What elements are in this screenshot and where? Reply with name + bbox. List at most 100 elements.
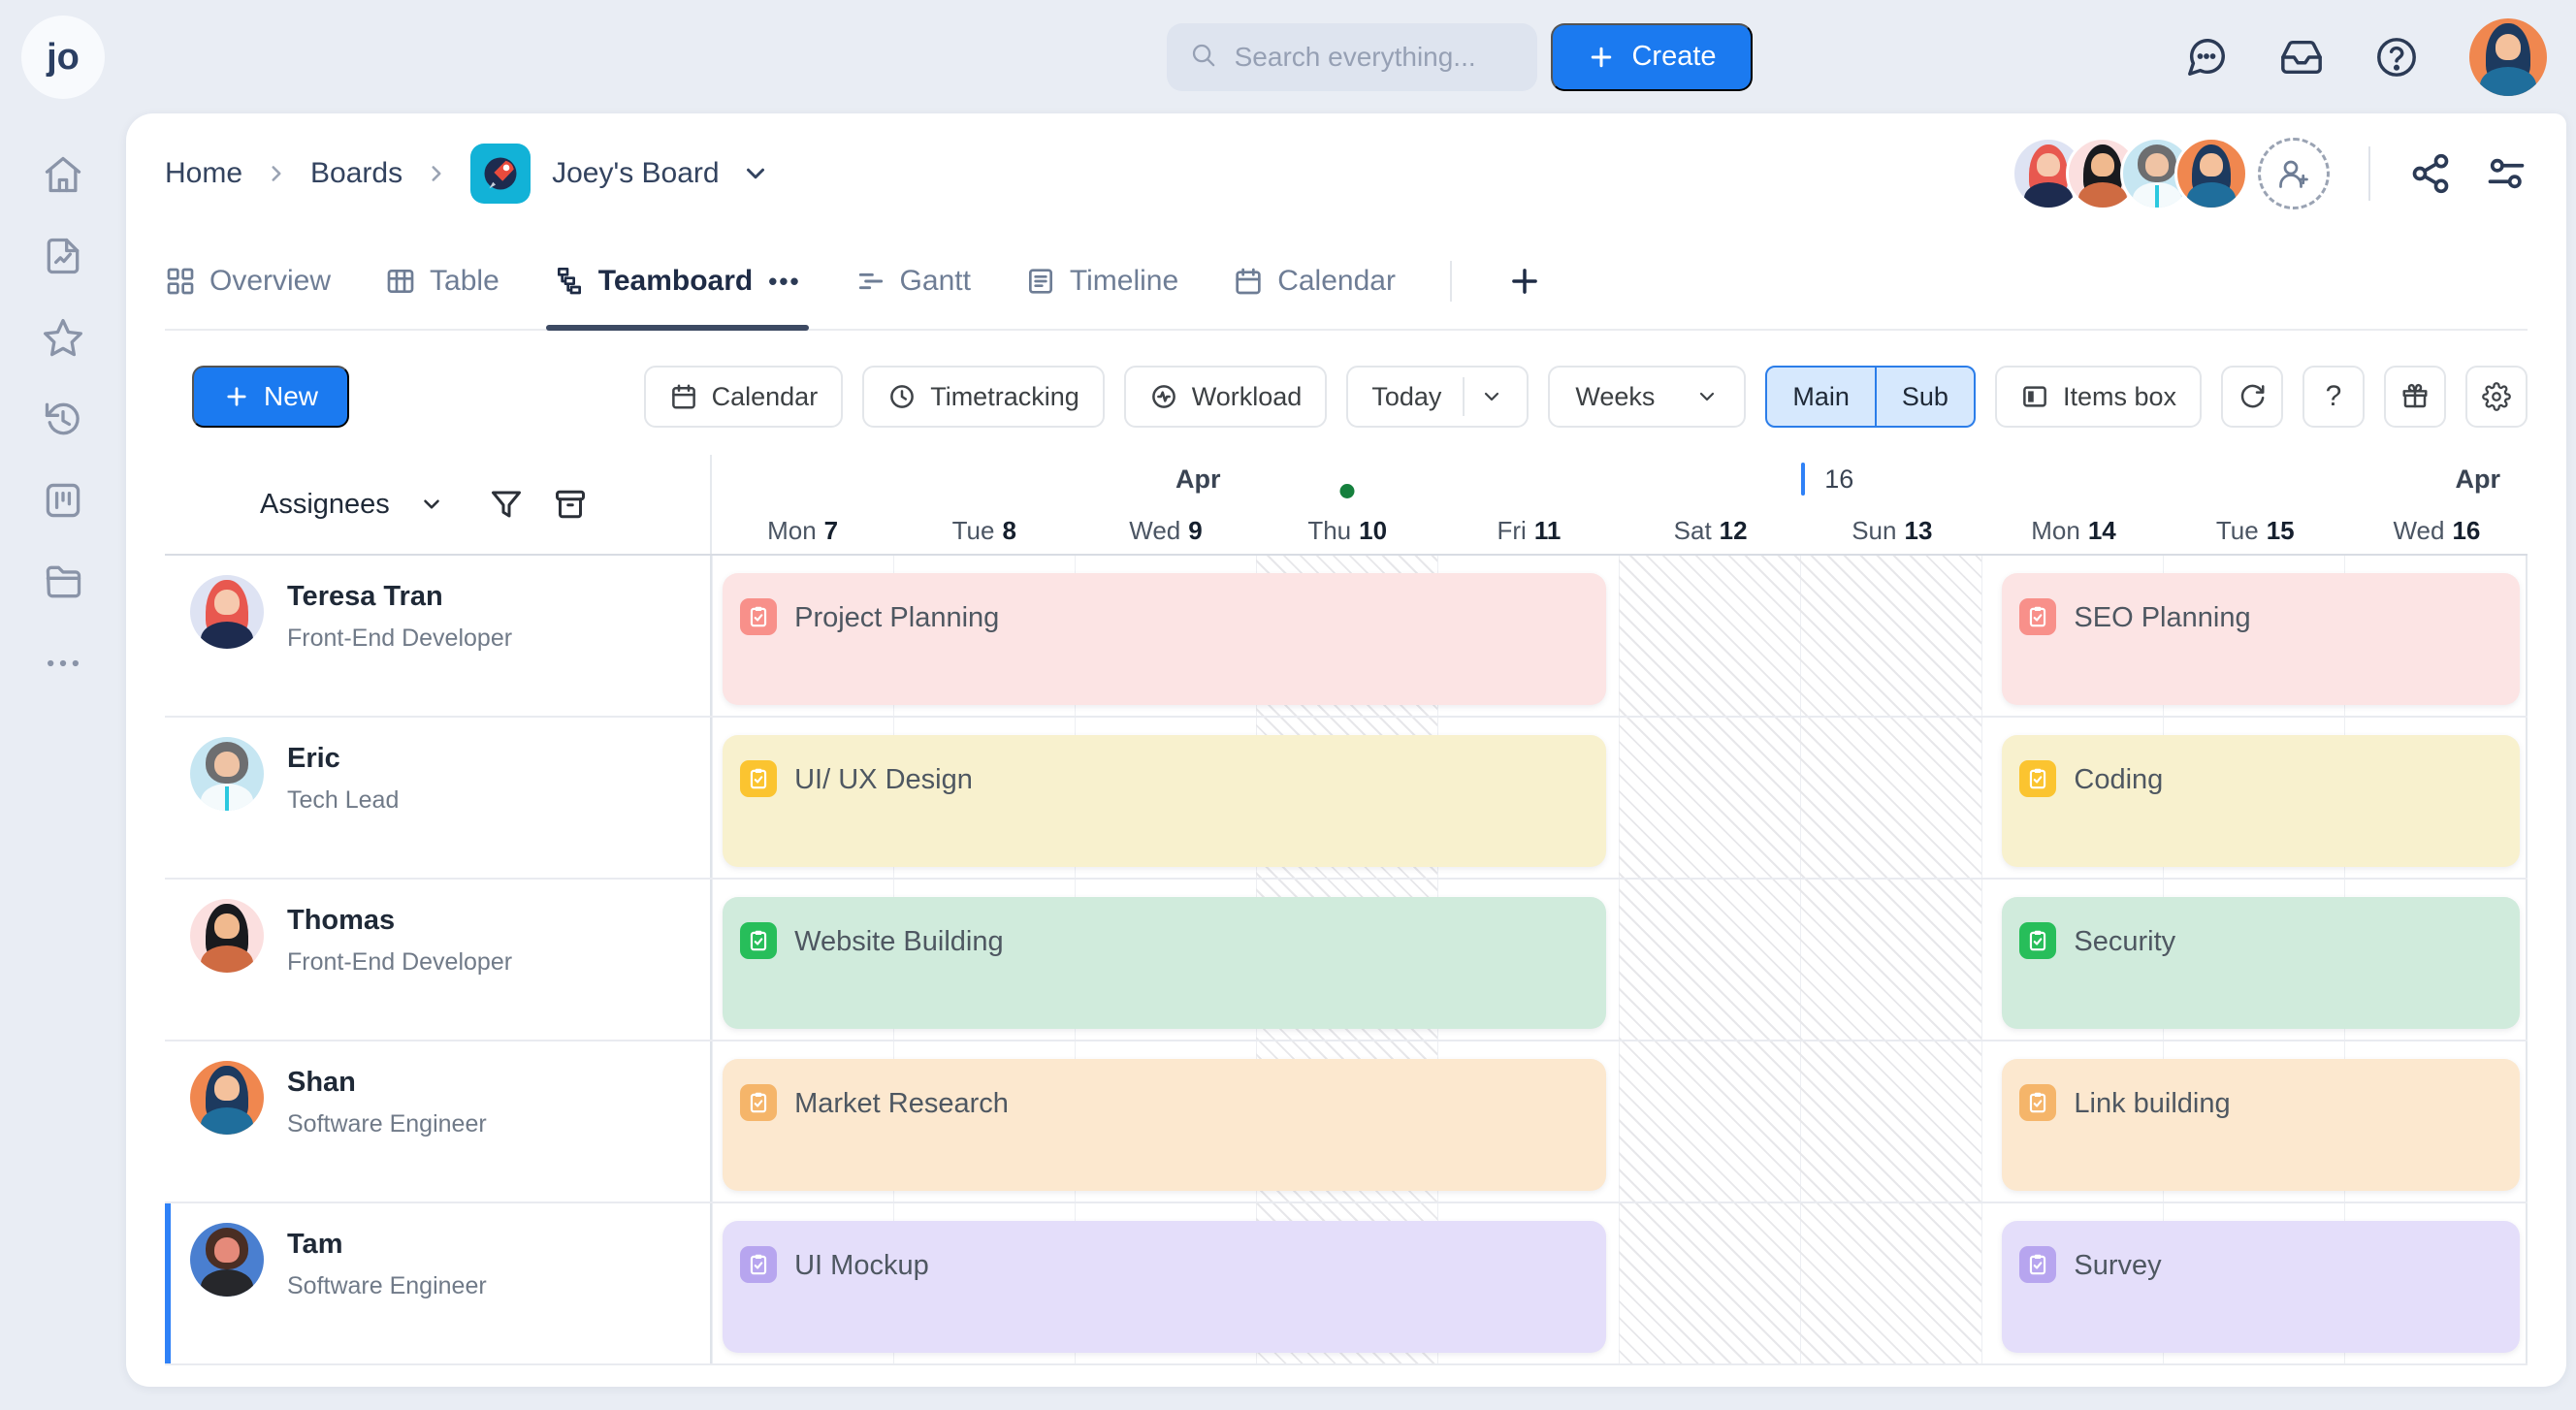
assignee-row-active: Tam Software Engineer UI Mockup Survey xyxy=(165,1203,2528,1365)
tab-table[interactable]: Table xyxy=(385,234,499,329)
add-member-icon[interactable] xyxy=(2258,138,2330,209)
breadcrumb-home[interactable]: Home xyxy=(165,157,242,190)
assignee-cell[interactable]: Thomas Front-End Developer xyxy=(165,880,710,1040)
assignee-cell[interactable]: Tam Software Engineer xyxy=(165,1203,710,1363)
task-label: Security xyxy=(2074,922,2175,961)
workload-button[interactable]: Workload xyxy=(1124,366,1328,428)
timetracking-button[interactable]: Timetracking xyxy=(862,366,1105,428)
task-bar[interactable]: UI Mockup xyxy=(723,1221,1606,1353)
calendar-icon xyxy=(669,382,698,411)
favorites-star-icon[interactable] xyxy=(42,316,84,359)
task-bar[interactable]: UI/ UX Design xyxy=(723,735,1606,867)
assignee-role: Software Engineer xyxy=(287,1272,487,1300)
timeline-cell: Website Building Security xyxy=(710,880,2528,1040)
refresh-button[interactable] xyxy=(2221,366,2283,428)
task-clipboard-icon xyxy=(740,922,777,959)
clock-icon xyxy=(887,382,917,411)
chevron-down-icon[interactable] xyxy=(1480,385,1503,408)
task-bar[interactable]: Coding xyxy=(2002,735,2520,867)
breadcrumb-boards[interactable]: Boards xyxy=(310,157,402,190)
board-menu-chevron-down-icon[interactable] xyxy=(741,159,770,188)
day-header: Tue15 xyxy=(2165,516,2346,546)
tab-teamboard[interactable]: Teamboard ••• xyxy=(554,234,801,329)
folder-icon[interactable] xyxy=(42,561,84,603)
timeline-header: Apr 16 Apr Mon7 Tue8 Wed9 Thu10 Fri11 Sa… xyxy=(710,455,2528,554)
member-avatar[interactable] xyxy=(2174,137,2248,210)
tab-calendar[interactable]: Calendar xyxy=(1233,234,1396,329)
more-options-icon[interactable] xyxy=(42,642,84,685)
share-icon[interactable] xyxy=(2409,152,2452,195)
filter-icon[interactable] xyxy=(489,487,524,522)
new-item-button[interactable]: New xyxy=(192,366,349,428)
items-box-icon xyxy=(2020,382,2049,411)
tab-gantt[interactable]: Gantt xyxy=(855,234,971,329)
assignee-avatar xyxy=(190,737,264,811)
assignee-row: Thomas Front-End Developer Website Build… xyxy=(165,880,2528,1041)
task-bar[interactable]: Market Research xyxy=(723,1059,1606,1191)
assignee-cell[interactable]: Eric Tech Lead xyxy=(165,718,710,878)
home-icon[interactable] xyxy=(42,153,84,196)
timeline-icon xyxy=(1025,266,1056,297)
workspace-logo[interactable]: jo xyxy=(21,16,105,99)
workload-button-label: Workload xyxy=(1192,382,1303,412)
assignee-row: Shan Software Engineer Market Research L… xyxy=(165,1041,2528,1203)
search-input[interactable] xyxy=(1235,42,1514,73)
chevron-right-icon xyxy=(424,161,449,186)
today-button[interactable]: Today xyxy=(1346,366,1529,428)
task-label: Survey xyxy=(2074,1246,2161,1285)
breadcrumb-board-name[interactable]: Joey's Board xyxy=(552,157,720,190)
board-toolbar: New Calendar Timetracking Workload xyxy=(165,366,2528,428)
plus-icon xyxy=(223,383,250,410)
toggle-main[interactable]: Main xyxy=(1767,368,1875,426)
topbar-actions xyxy=(2184,18,2547,96)
tab-overview[interactable]: Overview xyxy=(165,234,331,329)
create-button[interactable]: Create xyxy=(1551,23,1753,91)
task-bar[interactable]: Link building xyxy=(2002,1059,2520,1191)
assignees-chevron-down-icon[interactable] xyxy=(419,492,444,517)
tab-label: Table xyxy=(430,265,499,298)
help-button[interactable]: ? xyxy=(2302,366,2365,428)
task-clipboard-icon xyxy=(2019,1084,2056,1121)
task-label: SEO Planning xyxy=(2074,598,2250,637)
left-sidebar: jo xyxy=(0,0,126,1410)
boards-icon[interactable] xyxy=(42,479,84,522)
new-button-label: New xyxy=(264,381,318,412)
view-settings-sliders-icon[interactable] xyxy=(2485,152,2528,195)
assignee-row: Teresa Tran Front-End Developer Project … xyxy=(165,556,2528,718)
tab-more-icon[interactable]: ••• xyxy=(768,267,800,297)
assignee-cell[interactable]: Shan Software Engineer xyxy=(165,1041,710,1202)
calendar-button[interactable]: Calendar xyxy=(644,366,844,428)
tab-timeline[interactable]: Timeline xyxy=(1025,234,1178,329)
task-bar[interactable]: Website Building xyxy=(723,897,1606,1029)
history-icon[interactable] xyxy=(42,398,84,440)
items-box-button[interactable]: Items box xyxy=(1995,366,2202,428)
task-label: UI/ UX Design xyxy=(794,760,973,799)
activity-icon xyxy=(1149,382,1178,411)
day-header: Fri11 xyxy=(1438,516,1620,546)
timeline-cell: Project Planning SEO Planning xyxy=(710,556,2528,716)
day-header-weekend: Sun13 xyxy=(1801,516,1982,546)
global-search[interactable] xyxy=(1167,23,1537,91)
assignees-header: Assignees xyxy=(165,455,710,554)
task-bar[interactable]: Project Planning xyxy=(723,573,1606,705)
teamboard-icon xyxy=(554,266,585,297)
task-bar[interactable]: Security xyxy=(2002,897,2520,1029)
inbox-icon[interactable] xyxy=(2279,35,2324,80)
user-avatar[interactable] xyxy=(2469,18,2547,96)
add-view-icon[interactable] xyxy=(1506,263,1543,300)
assignee-cell[interactable]: Teresa Tran Front-End Developer xyxy=(165,556,710,716)
task-label: Website Building xyxy=(794,922,1003,961)
sidebar-nav xyxy=(42,153,84,685)
reports-icon[interactable] xyxy=(42,235,84,277)
time-scale-select[interactable]: Weeks xyxy=(1548,366,1746,428)
gift-button[interactable] xyxy=(2384,366,2446,428)
table-icon xyxy=(385,266,416,297)
toggle-sub[interactable]: Sub xyxy=(1875,368,1974,426)
archive-icon[interactable] xyxy=(553,487,588,522)
help-icon[interactable] xyxy=(2374,35,2419,80)
settings-button[interactable] xyxy=(2465,366,2528,428)
gantt-icon xyxy=(855,266,886,297)
chat-icon[interactable] xyxy=(2184,35,2229,80)
task-bar[interactable]: SEO Planning xyxy=(2002,573,2520,705)
task-bar[interactable]: Survey xyxy=(2002,1221,2520,1353)
